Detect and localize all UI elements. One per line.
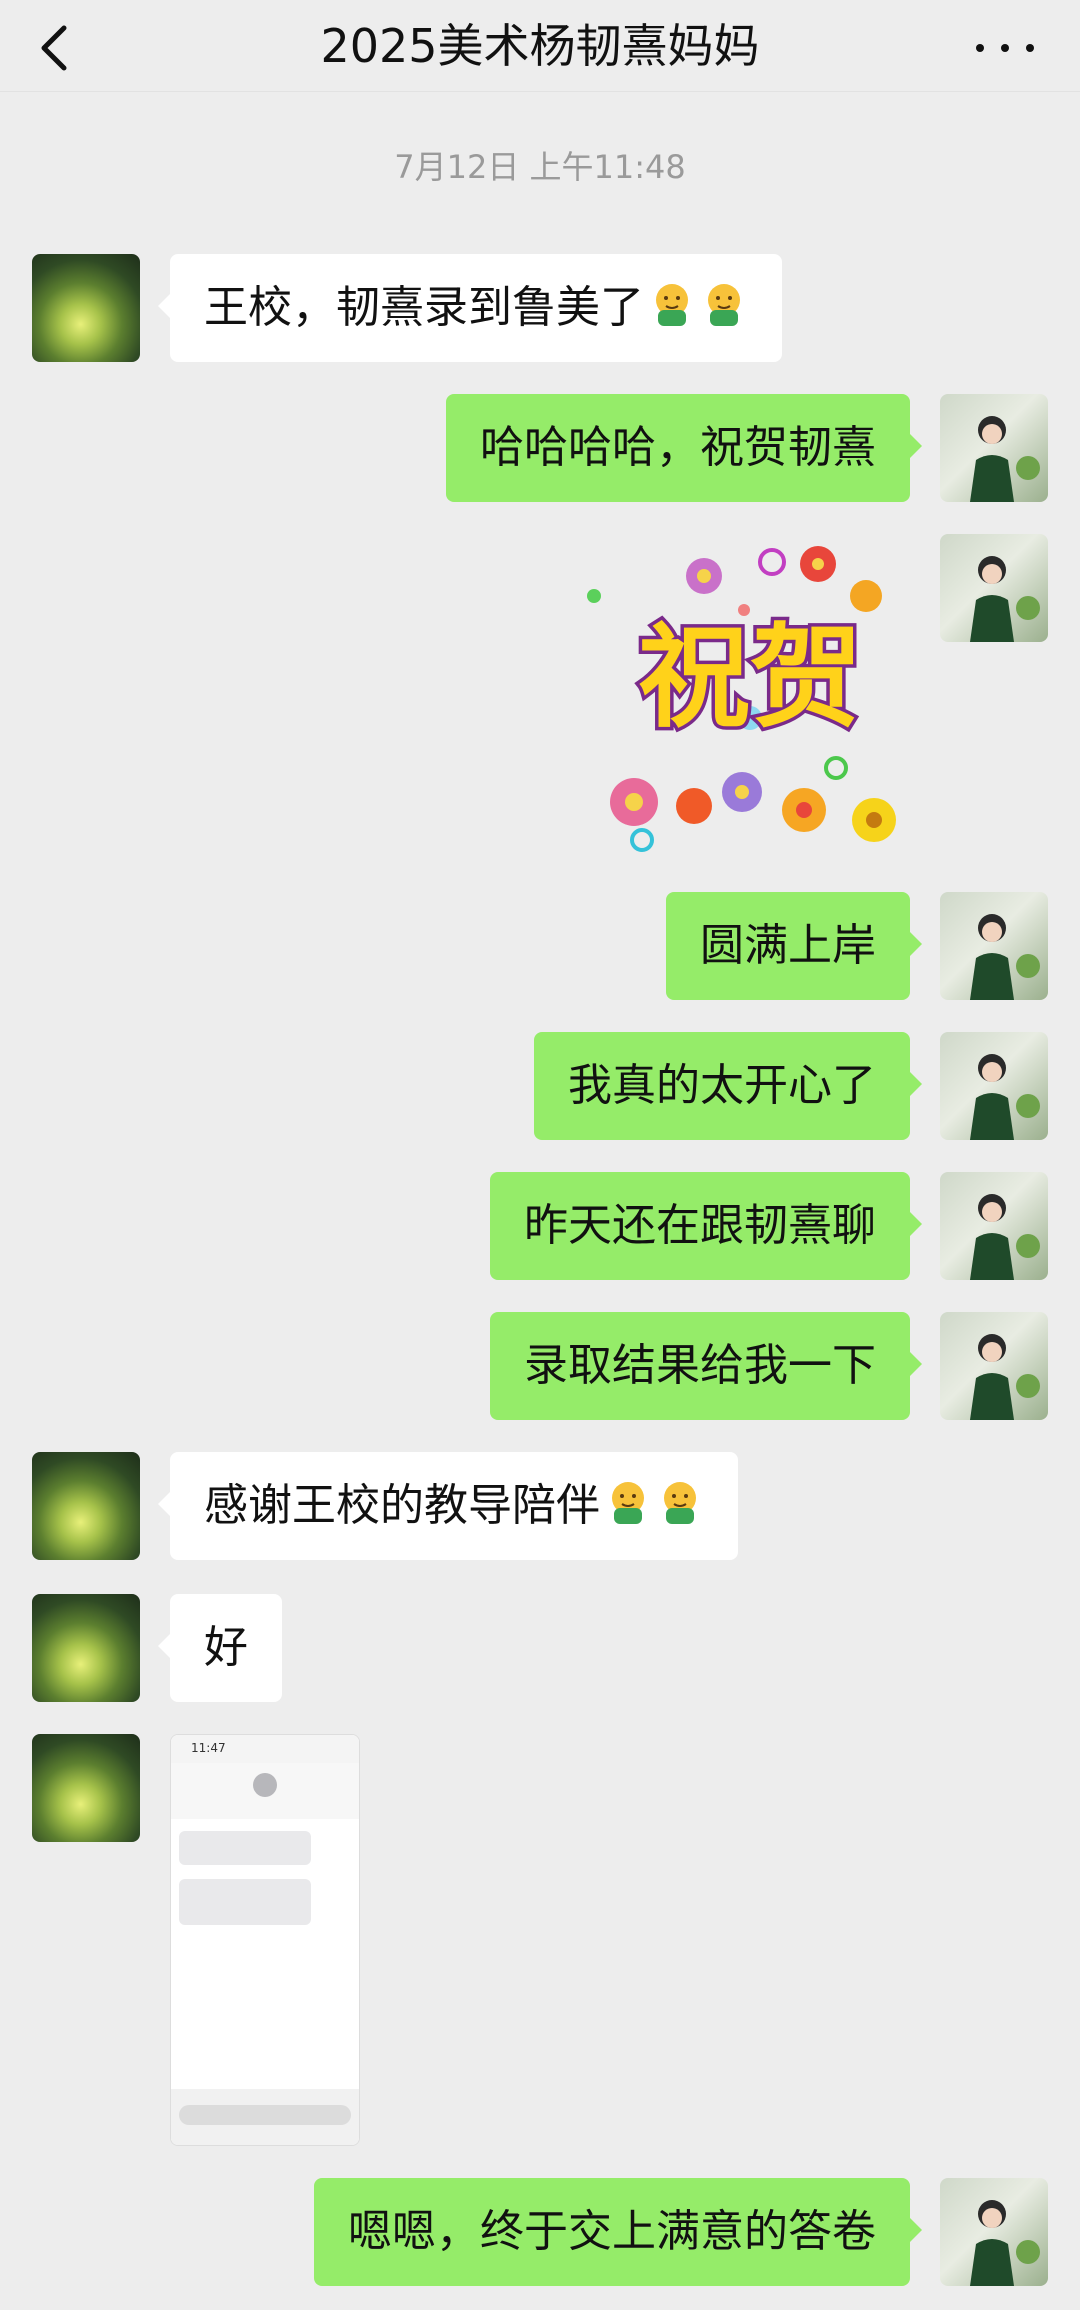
- my-avatar[interactable]: [940, 394, 1048, 502]
- my-avatar[interactable]: [940, 534, 1048, 642]
- message-bubble[interactable]: 嗯嗯，终于交上满意的答卷: [314, 2178, 922, 2286]
- message-text: 昨天还在跟韧熹聊: [524, 1200, 876, 1251]
- image-header: [171, 1763, 359, 1819]
- image-status-bar: 11:47: [171, 1735, 359, 1763]
- message-text: 感谢王校的教导陪伴: [204, 1480, 600, 1531]
- message-bubble[interactable]: 圆满上岸: [666, 892, 922, 1000]
- my-avatar[interactable]: [940, 892, 1048, 1000]
- contact-avatar[interactable]: [32, 254, 140, 362]
- contact-avatar[interactable]: [32, 1452, 140, 1560]
- back-icon[interactable]: [30, 14, 90, 78]
- face-emoji-icon: [708, 284, 740, 326]
- message-text: 圆满上岸: [700, 920, 876, 971]
- contact-avatar[interactable]: [32, 1734, 140, 1842]
- my-avatar[interactable]: [940, 1312, 1048, 1420]
- message-text: 嗯嗯，终于交上满意的答卷: [348, 2206, 876, 2257]
- message-bubble[interactable]: 好: [158, 1594, 282, 1702]
- face-emoji-icon: [612, 1482, 644, 1524]
- message-text: 录取结果给我一下: [524, 1340, 876, 1391]
- message-bubble[interactable]: 昨天还在跟韧熹聊: [490, 1172, 922, 1280]
- message-bubble[interactable]: 感谢王校的教导陪伴: [158, 1452, 738, 1560]
- message-bubble[interactable]: 王校，韧熹录到鲁美了: [158, 254, 782, 362]
- sticker-text: 祝贺: [638, 613, 862, 743]
- my-avatar[interactable]: [940, 1172, 1048, 1280]
- message-bubble[interactable]: 录取结果给我一下: [490, 1312, 922, 1420]
- my-avatar[interactable]: [940, 1032, 1048, 1140]
- contact-avatar[interactable]: [32, 1594, 140, 1702]
- message-text: 王校，韧熹录到鲁美了: [204, 282, 644, 333]
- chat-header: 2025美术杨韧熹妈妈: [0, 0, 1080, 92]
- image-message[interactable]: 11:47: [170, 1734, 360, 2146]
- chat-title: 2025美术杨韧熹妈妈: [320, 19, 760, 73]
- face-emoji-icon: [656, 284, 688, 326]
- face-emoji-icon: [664, 1482, 696, 1524]
- message-bubble[interactable]: 哈哈哈哈，祝贺韧熹: [446, 394, 922, 502]
- message-text: 好: [204, 1622, 248, 1673]
- image-time: 11:47: [191, 1741, 226, 1755]
- congratulations-sticker[interactable]: 祝贺: [574, 530, 934, 860]
- message-text: 哈哈哈哈，祝贺韧熹: [480, 422, 876, 473]
- more-icon[interactable]: [970, 24, 1040, 68]
- my-avatar[interactable]: [940, 2178, 1048, 2286]
- image-dock: [171, 2089, 359, 2145]
- message-text: 我真的太开心了: [568, 1060, 876, 1111]
- message-bubble[interactable]: 我真的太开心了: [534, 1032, 922, 1140]
- message-timestamp: 7月12日 上午11:48: [394, 148, 686, 186]
